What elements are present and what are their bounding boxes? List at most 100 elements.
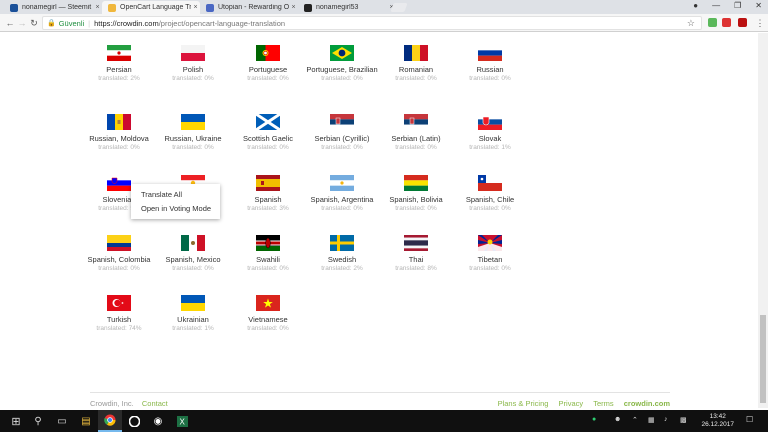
file-explorer-icon[interactable]: ▤ xyxy=(74,410,98,432)
close-tab-icon[interactable]: × xyxy=(289,4,298,11)
language-item[interactable]: Spanish, Colombia translated: 0% xyxy=(79,235,159,273)
opera-icon[interactable] xyxy=(122,410,146,432)
windows-start-icon[interactable]: ⊞ xyxy=(4,410,28,432)
flag-icon xyxy=(478,175,502,191)
back-arrow-icon[interactable]: ← xyxy=(4,16,16,30)
browser-tab[interactable]: Utopian - Rewarding Op × xyxy=(200,1,298,14)
flag-icon xyxy=(404,235,428,251)
language-item[interactable]: Scottish Gaelic translated: 0% xyxy=(228,114,308,152)
maximize-button[interactable]: ❐ xyxy=(734,0,741,12)
language-item[interactable]: Portuguese, Brazilian translated: 0% xyxy=(302,45,382,83)
language-item[interactable]: Turkish translated: 74% xyxy=(79,295,159,333)
language-item[interactable]: Persian translated: 2% xyxy=(79,45,159,83)
edge-icon[interactable]: ◉ xyxy=(146,410,170,432)
language-item[interactable]: Thai translated: 8% xyxy=(376,235,456,273)
translated-percent: translated: 0% xyxy=(172,75,214,82)
forward-arrow-icon[interactable]: → xyxy=(16,16,28,30)
search-icon[interactable]: ⚲ xyxy=(26,410,50,432)
favicon-icon xyxy=(108,3,116,12)
scrollbar-thumb[interactable] xyxy=(760,315,766,403)
language-name: Spanish, Argentina xyxy=(310,195,374,204)
flag-icon xyxy=(404,45,428,61)
close-tab-icon[interactable]: × xyxy=(191,4,200,11)
language-name: Spanish, Colombia xyxy=(87,255,151,264)
chrome-icon[interactable] xyxy=(98,410,122,432)
language-item[interactable]: Swedish translated: 2% xyxy=(302,235,382,273)
translate-all-item[interactable]: Translate All xyxy=(131,188,220,202)
language-item[interactable]: Romanian translated: 0% xyxy=(376,45,456,83)
close-tab-icon[interactable]: × xyxy=(93,4,102,11)
language-name: Tibetan xyxy=(477,255,503,264)
language-item[interactable]: Spanish, Bolivia translated: 0% xyxy=(376,175,456,213)
language-name: Russian, Ukraine xyxy=(164,134,222,143)
browser-tab[interactable]: OpenCart Language Tran× xyxy=(102,1,200,14)
language-item[interactable]: Russian, Ukraine translated: 0% xyxy=(153,114,233,152)
language-item[interactable]: Portuguese translated: 0% xyxy=(228,45,308,83)
new-tab-button[interactable] xyxy=(390,3,408,12)
close-window-button[interactable]: ✕ xyxy=(755,0,762,12)
minimize-button[interactable]: — xyxy=(712,0,720,12)
language-item[interactable]: Spanish translated: 3% xyxy=(228,175,308,213)
translated-percent: translated: 8% xyxy=(395,265,437,272)
language-item[interactable]: Serbian (Latin) translated: 0% xyxy=(376,114,456,152)
address-bar[interactable]: 🔒 Güvenli | https://crowdin.com /project… xyxy=(42,16,702,30)
people-icon[interactable]: ☻ xyxy=(614,416,621,423)
translated-percent: translated: 0% xyxy=(321,144,363,151)
language-name: Thai xyxy=(408,255,424,264)
contact-link[interactable]: Contact xyxy=(142,399,168,408)
reload-icon[interactable]: ↻ xyxy=(28,16,40,30)
language-item[interactable]: Polish translated: 0% xyxy=(153,45,233,83)
language-item[interactable]: Spanish, Chile translated: 0% xyxy=(450,175,530,213)
translated-percent: translated: 2% xyxy=(321,265,363,272)
tab-title: nonamegirl53 xyxy=(316,4,359,11)
browser-toolbar: ← → ↻ 🔒 Güvenli | https://crowdin.com /p… xyxy=(0,14,768,32)
language-item[interactable]: Spanish, Mexico translated: 0% xyxy=(153,235,233,273)
translated-percent: translated: 0% xyxy=(247,265,289,272)
extension-icon[interactable] xyxy=(738,18,747,27)
tray-app-icon[interactable]: ● xyxy=(592,416,596,423)
flag-icon xyxy=(107,114,131,130)
voting-mode-item[interactable]: Open in Voting Mode xyxy=(131,202,220,216)
task-view-icon[interactable]: ▭ xyxy=(50,410,74,432)
extension-icon[interactable] xyxy=(708,18,717,27)
privacy-link[interactable]: Privacy xyxy=(559,399,584,408)
language-name: Spanish, Chile xyxy=(465,195,515,204)
browser-tab[interactable]: nonamegirl — Steemit × xyxy=(4,1,102,14)
language-item[interactable]: Ukrainian translated: 1% xyxy=(153,295,233,333)
network-icon[interactable]: ▦ xyxy=(648,416,655,424)
chevron-up-icon[interactable]: ⌃ xyxy=(632,416,638,424)
language-icon[interactable]: ▩ xyxy=(680,416,687,424)
language-item[interactable]: Swahili translated: 0% xyxy=(228,235,308,273)
profile-icon[interactable]: ● xyxy=(693,0,698,12)
language-item[interactable]: Russian, Moldova translated: 0% xyxy=(79,114,159,152)
language-name: Scottish Gaelic xyxy=(242,134,294,143)
notifications-icon[interactable]: ☐ xyxy=(746,415,753,424)
favicon-icon xyxy=(10,3,18,12)
language-name: Ukrainian xyxy=(177,315,209,324)
translated-percent: translated: 0% xyxy=(247,144,289,151)
bookmark-star-icon[interactable]: ☆ xyxy=(687,17,695,30)
extension-icon[interactable] xyxy=(722,18,731,27)
clock[interactable]: 13:42 26.12.2017 xyxy=(701,413,734,429)
volume-icon[interactable]: ♪ xyxy=(664,416,668,423)
language-name: Spanish xyxy=(254,195,282,204)
scrollbar[interactable] xyxy=(758,33,768,408)
excel-icon[interactable]: X xyxy=(170,410,194,432)
terms-link[interactable]: Terms xyxy=(593,399,613,408)
language-name: Persian xyxy=(106,65,132,74)
language-item[interactable]: Slovak translated: 1% xyxy=(450,114,530,152)
language-item[interactable]: Tibetan translated: 0% xyxy=(450,235,530,273)
plans-link[interactable]: Plans & Pricing xyxy=(498,399,549,408)
url-path: /project/opencart-language-translation xyxy=(158,18,286,28)
language-item[interactable]: Vietnamese translated: 0% xyxy=(228,295,308,333)
language-item[interactable]: Serbian (Cyrillic) translated: 0% xyxy=(302,114,382,152)
translated-percent: translated: 1% xyxy=(172,325,214,332)
translated-percent: translated: 0% xyxy=(98,144,140,151)
brand-link[interactable]: crowdin.com xyxy=(624,399,670,408)
language-item[interactable]: Spanish, Argentina translated: 0% xyxy=(302,175,382,213)
clock-date: 26.12.2017 xyxy=(701,421,734,428)
menu-icon[interactable]: ⋮ xyxy=(754,16,766,30)
language-name: Swahili xyxy=(256,255,280,264)
language-item[interactable]: Russian translated: 0% xyxy=(450,45,530,83)
browser-tab[interactable]: nonamegirl53× xyxy=(298,1,396,14)
